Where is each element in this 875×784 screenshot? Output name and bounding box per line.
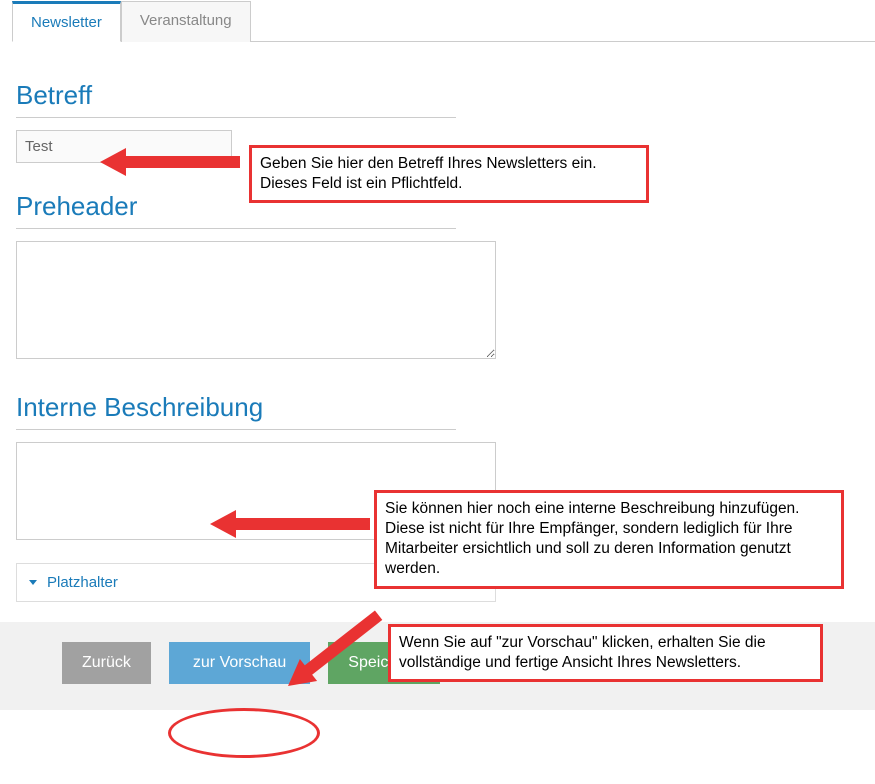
arrow-icon <box>210 518 370 530</box>
callout-preview: Wenn Sie auf "zur Vorschau" klicken, erh… <box>388 624 823 682</box>
highlight-ellipse <box>168 708 320 758</box>
heading-betreff: Betreff <box>16 80 456 118</box>
placeholder-label: Platzhalter <box>47 574 118 591</box>
tab-newsletter[interactable]: Newsletter <box>12 1 121 42</box>
heading-interne: Interne Beschreibung <box>16 392 456 430</box>
chevron-down-icon <box>29 580 37 585</box>
preheader-textarea[interactable] <box>16 241 496 359</box>
callout-betreff: Geben Sie hier den Betreff Ihres Newslet… <box>249 145 649 203</box>
callout-interne: Sie können hier noch eine interne Beschr… <box>374 490 844 589</box>
back-button[interactable]: Zurück <box>62 642 151 684</box>
tab-bar: Newsletter Veranstaltung <box>12 0 875 42</box>
arrow-icon <box>100 156 240 168</box>
tab-veranstaltung[interactable]: Veranstaltung <box>121 1 251 42</box>
